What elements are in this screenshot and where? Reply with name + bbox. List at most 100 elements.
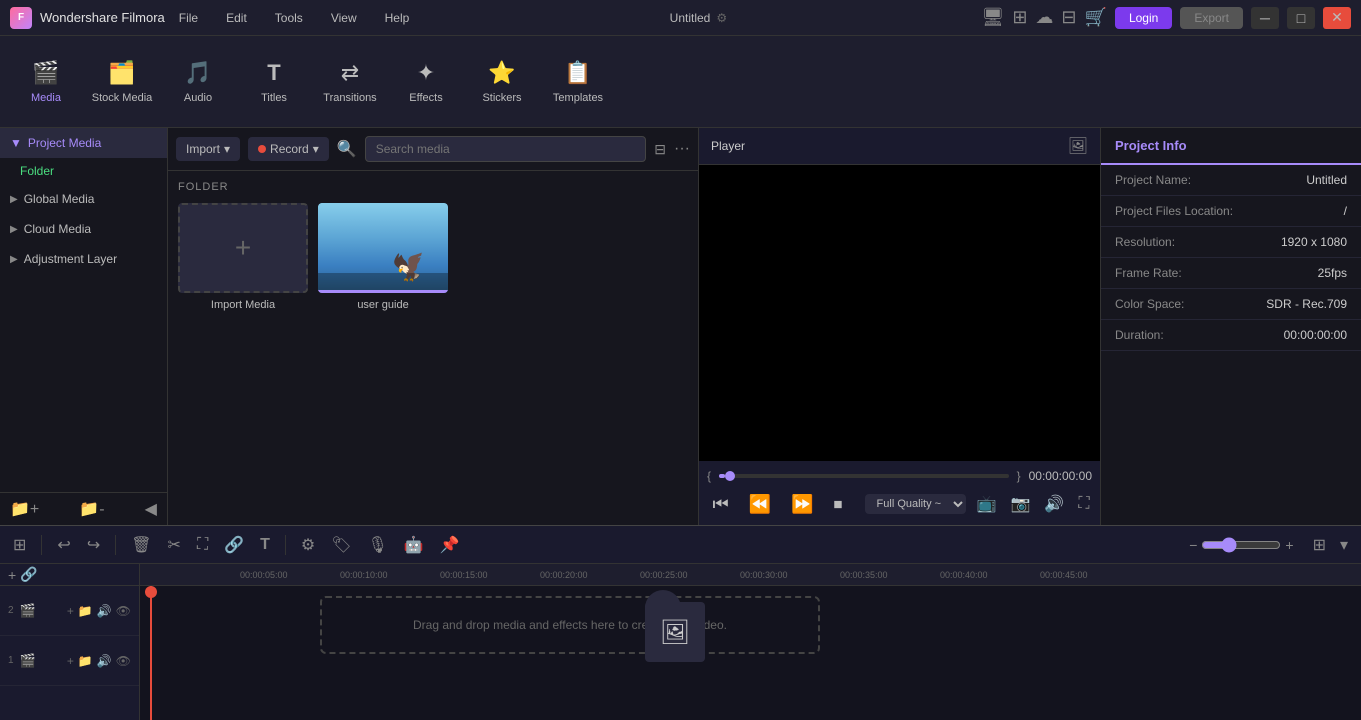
- snap-button[interactable]: 📌: [435, 532, 465, 558]
- media-grid: + Import Media 🦅 user guide: [178, 203, 688, 313]
- marker-button[interactable]: 🏷: [326, 532, 356, 558]
- zoom-in-icon[interactable]: +: [1285, 537, 1293, 553]
- progress-handle[interactable]: [725, 471, 735, 481]
- icon-monitor[interactable]: 🖥: [981, 7, 1004, 28]
- menu-help[interactable]: Help: [379, 7, 416, 29]
- more-options-icon[interactable]: ···: [674, 140, 690, 158]
- project-name-label: Project Name:: [1115, 173, 1191, 187]
- track-2-add-button[interactable]: +: [67, 604, 74, 618]
- list-view-button[interactable]: ▾: [1335, 532, 1353, 558]
- split-button[interactable]: ✂: [163, 532, 186, 558]
- toolbar-stock-media[interactable]: 🗂️ Stock Media: [86, 42, 158, 122]
- import-button[interactable]: Import ▾: [176, 137, 240, 161]
- add-video-track-button[interactable]: +: [8, 567, 16, 583]
- media-panel: Import ▾ Record ▾ 🔍 ⊟ ··· FOLDER + Impor…: [168, 128, 699, 525]
- toolbar-media[interactable]: 🎬 Media: [10, 42, 82, 122]
- adjustment-layer-section[interactable]: ▶ Adjustment Layer: [0, 244, 167, 274]
- snapshot-button[interactable]: 📷: [1007, 491, 1033, 517]
- zoom-slider[interactable]: [1201, 537, 1281, 553]
- crop-button[interactable]: ⛶: [192, 533, 213, 557]
- step-forward-button[interactable]: ⏩: [785, 492, 819, 517]
- filter-icon[interactable]: ⊟: [654, 141, 666, 158]
- zoom-out-icon[interactable]: −: [1189, 537, 1197, 553]
- player-settings-icon[interactable]: 🖼: [1068, 136, 1088, 156]
- audio-button[interactable]: 🔊: [1041, 491, 1067, 517]
- search-media-input[interactable]: [365, 136, 647, 162]
- toolbar-titles[interactable]: T Titles: [238, 42, 310, 122]
- toolbar-audio[interactable]: 🎵 Audio: [162, 42, 234, 122]
- minimize-button[interactable]: ─: [1251, 7, 1279, 29]
- close-button[interactable]: ✕: [1323, 7, 1351, 29]
- track-2-folder-button[interactable]: 📁: [78, 604, 93, 618]
- timeline-tracks[interactable]: Drag and drop media and effects here to …: [140, 586, 1361, 720]
- folder-button[interactable]: Folder: [0, 158, 167, 184]
- icon-cloud[interactable]: ☁: [1035, 7, 1053, 28]
- collapse-arrow: ▼: [10, 136, 22, 150]
- toolbar-templates[interactable]: 📋 Templates: [542, 42, 614, 122]
- frame-rate-row: Frame Rate: 25fps: [1101, 258, 1361, 289]
- step-back-button[interactable]: ⏪: [743, 492, 777, 517]
- toolbar-transitions[interactable]: ⇄ Transitions: [314, 42, 386, 122]
- media-toolbar: Import ▾ Record ▾ 🔍 ⊟ ···: [168, 128, 698, 171]
- text-button[interactable]: T: [255, 533, 275, 557]
- track-2-eye-button[interactable]: 👁: [116, 604, 131, 618]
- record-voice-button[interactable]: 🎙: [363, 532, 393, 558]
- project-media-section[interactable]: ▼ Project Media: [0, 128, 167, 158]
- menu-tools[interactable]: Tools: [269, 7, 309, 29]
- icon-cart[interactable]: 🛒: [1085, 7, 1107, 28]
- track-1-add-button[interactable]: +: [67, 654, 74, 668]
- detach-audio-button[interactable]: 🔗: [219, 532, 249, 558]
- speed-button[interactable]: ⚙: [296, 532, 320, 558]
- track-1-audio-button[interactable]: 🔊: [97, 654, 112, 668]
- ruler-mark-7: 00:00:35:00: [840, 570, 888, 580]
- collapse-panel-icon[interactable]: ◀: [145, 499, 157, 519]
- track-2-audio-button[interactable]: 🔊: [97, 604, 112, 618]
- drop-zone[interactable]: Drag and drop media and effects here to …: [320, 596, 820, 654]
- track-1-folder-button[interactable]: 📁: [78, 654, 93, 668]
- toolbar-stickers[interactable]: ⭐ Stickers: [466, 42, 538, 122]
- redo-button[interactable]: ↪: [82, 532, 105, 558]
- resolution-label: Resolution:: [1115, 235, 1175, 249]
- menu-file[interactable]: File: [173, 7, 204, 29]
- skip-back-button[interactable]: ⏮: [707, 492, 735, 517]
- global-media-section[interactable]: ▶ Global Media: [0, 184, 167, 214]
- login-button[interactable]: Login: [1115, 7, 1172, 29]
- playhead[interactable]: [150, 586, 152, 720]
- color-space-label: Color Space:: [1115, 297, 1184, 311]
- grid-view-button[interactable]: ⊞: [1308, 532, 1331, 558]
- color-space-row: Color Space: SDR - Rec.709: [1101, 289, 1361, 320]
- link-tracks-button[interactable]: 🔗: [20, 566, 37, 583]
- track-1-eye-button[interactable]: 👁: [116, 654, 131, 668]
- resolution-row: Resolution: 1920 x 1080: [1101, 227, 1361, 258]
- resolution-value: 1920 x 1080: [1281, 235, 1347, 249]
- progress-bar[interactable]: [719, 474, 1009, 478]
- fullscreen-button[interactable]: ⛶: [1075, 492, 1092, 516]
- undo-button[interactable]: ↩: [52, 532, 75, 558]
- stop-button[interactable]: ⏹: [828, 492, 849, 517]
- timeline-ruler[interactable]: 00:00:05:00 00:00:10:00 00:00:15:00 00:0…: [140, 564, 1361, 586]
- user-guide-media-item[interactable]: 🦅 user guide: [318, 203, 448, 313]
- import-placeholder[interactable]: +: [178, 203, 308, 293]
- toolbar-effects[interactable]: ✦ Effects: [390, 42, 462, 122]
- remove-folder-icon[interactable]: 📁-: [79, 499, 104, 519]
- cloud-media-section[interactable]: ▶ Cloud Media: [0, 214, 167, 244]
- ai-tools-button[interactable]: 🤖: [399, 532, 429, 558]
- quality-select[interactable]: Full Quality ~ 1/2 Quality 1/4 Quality: [865, 494, 966, 514]
- import-media-item[interactable]: + Import Media: [178, 203, 308, 313]
- record-dropdown-icon: ▾: [313, 142, 319, 156]
- media-thumbnail-track[interactable]: 🖼: [645, 602, 705, 662]
- delete-button[interactable]: 🗑: [126, 532, 156, 558]
- zoom-slider-container: − +: [1189, 537, 1293, 553]
- record-button[interactable]: Record ▾: [248, 137, 329, 161]
- icon-layout[interactable]: ⊟: [1061, 7, 1076, 28]
- menu-view[interactable]: View: [325, 7, 363, 29]
- add-track-button[interactable]: ⊞: [8, 532, 31, 558]
- add-folder-icon[interactable]: 📁+: [10, 499, 39, 519]
- right-panel: Project Info Project Name: Untitled Proj…: [1101, 128, 1361, 525]
- maximize-button[interactable]: □: [1287, 7, 1315, 29]
- icon-grid[interactable]: ⊞: [1012, 7, 1027, 28]
- export-button[interactable]: Export: [1180, 7, 1243, 29]
- menu-edit[interactable]: Edit: [220, 7, 253, 29]
- screen-mode-button[interactable]: 📺: [974, 491, 1000, 517]
- color-space-value: SDR - Rec.709: [1266, 297, 1347, 311]
